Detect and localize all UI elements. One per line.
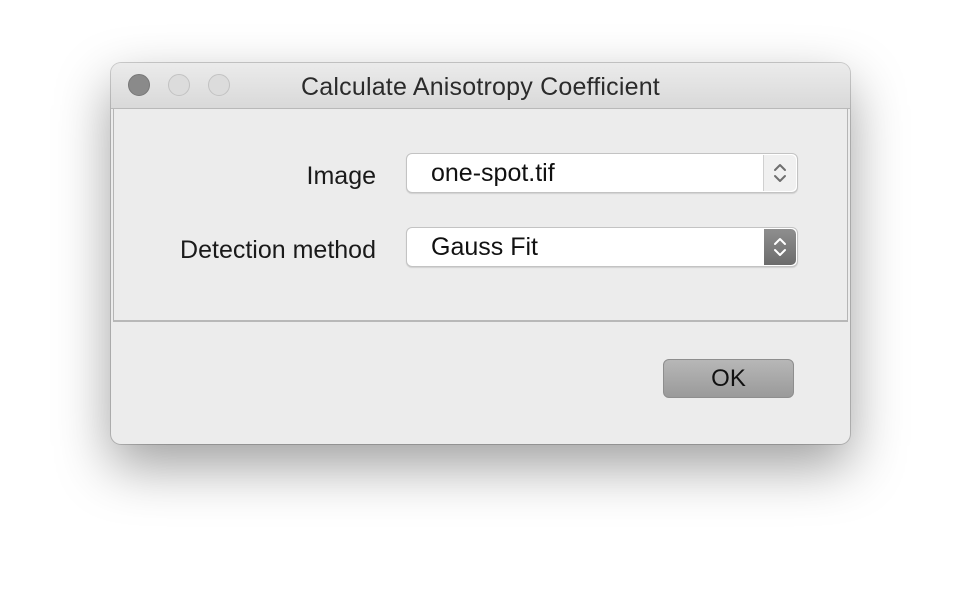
image-label: Image (306, 162, 376, 190)
image-select[interactable]: one-spot.tif (406, 153, 798, 193)
dialog-window: Calculate Anisotropy Coefficient Image o… (111, 63, 850, 444)
image-select-stepper[interactable] (763, 155, 796, 191)
detection-method-stepper[interactable] (764, 229, 796, 265)
detection-method-label: Detection method (180, 236, 376, 264)
options-panel: Image one-spot.tif Detection method Gaus… (113, 109, 848, 322)
chevron-up-down-icon (774, 164, 786, 182)
ok-button[interactable]: OK (663, 359, 794, 398)
detection-method-select-value: Gauss Fit (431, 233, 538, 261)
chevron-up-down-icon (774, 238, 786, 256)
window-title: Calculate Anisotropy Coefficient (301, 73, 660, 101)
desktop-background: Calculate Anisotropy Coefficient Image o… (0, 0, 962, 604)
title-bar[interactable]: Calculate Anisotropy Coefficient (111, 63, 850, 109)
image-select-value: one-spot.tif (431, 159, 555, 187)
detection-method-select[interactable]: Gauss Fit (406, 227, 798, 267)
